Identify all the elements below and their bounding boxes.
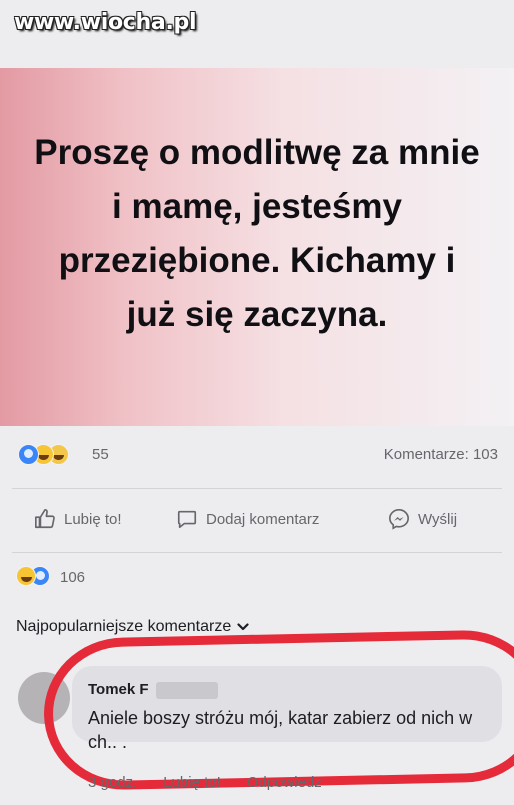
watermark: www.wiocha.pl — [14, 10, 197, 35]
like-label: Lubię to! — [64, 510, 122, 528]
divider — [12, 488, 502, 489]
divider — [12, 552, 502, 553]
comment-reaction-count: 106 — [60, 569, 86, 586]
reaction-summary[interactable]: 55 Komentarze: 103 — [0, 438, 514, 478]
comment-button[interactable]: Dodaj komentarz — [176, 508, 319, 530]
comment-icon — [177, 510, 197, 529]
like-icon — [18, 444, 39, 465]
haha-icon — [16, 566, 36, 586]
send-label: Wyślij — [418, 510, 458, 528]
facebook-post-screenshot: www.wiocha.pl Proszę o modlitwę za mnie … — [0, 0, 514, 805]
thumbs-up-icon — [35, 509, 55, 529]
post-image[interactable]: Proszę o modlitwę za mnie i mamę, jesteś… — [0, 68, 514, 426]
comment-like-link[interactable]: Lubię to! — [163, 774, 221, 791]
post-text: Proszę o modlitwę za mnie i mamę, jesteś… — [34, 133, 480, 334]
reaction-count[interactable]: 55 — [92, 446, 109, 463]
send-button[interactable]: Wyślij — [388, 508, 457, 530]
comment-sort-dropdown[interactable]: Najpopularniejsze komentarze — [16, 618, 249, 636]
comment-reaction-summary[interactable]: 106 — [16, 566, 216, 588]
like-button[interactable]: Lubię to! — [34, 508, 122, 530]
highlight-oval — [42, 628, 514, 792]
chevron-down-icon — [237, 623, 249, 631]
messenger-icon — [389, 509, 409, 530]
action-bar: Lubię to! Dodaj komentarz Wyślij — [0, 498, 514, 548]
comments-count[interactable]: Komentarze: 103 — [384, 446, 498, 463]
reaction-icons — [18, 444, 88, 465]
comment-time[interactable]: 3 godz. — [88, 774, 137, 791]
sort-label: Najpopularniejsze komentarze — [16, 618, 232, 635]
comment-reply-link[interactable]: Odpowiedz — [247, 774, 322, 791]
comment-label: Dodaj komentarz — [206, 510, 320, 528]
comment-meta: 3 godz. Lubię to! Odpowiedz — [88, 774, 322, 791]
